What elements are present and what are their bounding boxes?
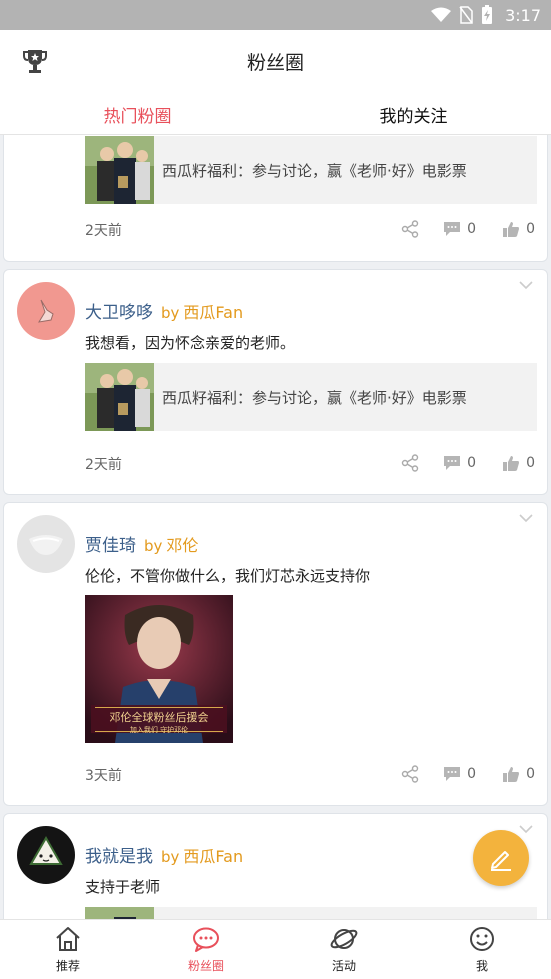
topic-thumbnail — [85, 363, 154, 431]
topic-title: 西瓜籽福利：参与讨论，赢《老师·好》电影票 — [162, 162, 467, 180]
nav-label: 粉丝圈 — [187, 959, 224, 973]
post-feed[interactable]: 西瓜籽福利：参与讨论，赢《老师·好》电影票 2天前 0 0 大卫哆哆 by 西瓜Fa… — [0, 135, 551, 919]
edit-icon — [491, 851, 511, 871]
like-count: 0 — [526, 766, 535, 782]
topic-thumbnail — [85, 907, 154, 919]
by-label: by — [144, 537, 163, 555]
tab-hot-fan-circles[interactable]: 热门粉圈 — [0, 102, 275, 127]
post-actions: 0 0 — [401, 220, 535, 238]
linked-topic[interactable]: 西瓜籽福利：参与讨论，赢《老师·好》电影票 — [85, 136, 537, 204]
post-time: 3天前 — [85, 768, 122, 784]
fan-circle-name[interactable]: 西瓜Fan — [183, 847, 243, 866]
avatar[interactable] — [17, 515, 75, 573]
post-text: 伦伦，不管你做什么，我们灯芯永远支持你 — [85, 567, 371, 585]
by-label: by — [161, 304, 180, 322]
nav-label: 活动 — [331, 959, 356, 973]
nav-fan-circle[interactable]: 粉丝圈 — [171, 926, 241, 974]
comment-count: 0 — [467, 766, 477, 782]
post-actions: 0 0 — [401, 454, 535, 472]
username[interactable]: 大卫哆哆 — [85, 303, 153, 323]
post-card[interactable]: 西瓜籽福利：参与讨论，赢《老师·好》电影票 2天前 0 0 — [3, 135, 548, 262]
post-time: 2天前 — [85, 457, 122, 473]
tab-my-following[interactable]: 我的关注 — [276, 102, 551, 127]
fan-circle-name[interactable]: 邓伦 — [166, 536, 198, 555]
avatar[interactable] — [17, 282, 75, 340]
linked-topic[interactable]: 西瓜籽福利：参与讨论，赢《老师·好》电影票 — [85, 363, 537, 431]
linked-topic[interactable] — [85, 907, 537, 919]
home-icon — [56, 927, 80, 951]
comment-icon[interactable] — [443, 221, 461, 237]
thumbs-up-icon[interactable] — [502, 221, 520, 238]
compose-post-button[interactable] — [473, 830, 529, 886]
topic-thumbnail — [85, 136, 154, 204]
nav-label: 我 — [475, 959, 488, 973]
no-sim-icon — [459, 6, 473, 24]
post-card[interactable]: 贾佳琦 by 邓伦 伦伦，不管你做什么，我们灯芯永远支持你 邓伦全球粉丝后援会 加入… — [3, 502, 548, 806]
app-bar: 粉丝圈 — [0, 30, 551, 93]
comment-count: 0 — [467, 455, 477, 471]
comment-count: 0 — [467, 221, 477, 237]
fan-circle-name[interactable]: 西瓜Fan — [183, 303, 243, 322]
wifi-icon — [431, 7, 452, 22]
chevron-down-icon[interactable] — [519, 280, 533, 290]
nav-label: 推荐 — [55, 959, 80, 973]
chevron-down-icon[interactable] — [519, 513, 533, 523]
nav-me[interactable]: 我 — [447, 926, 517, 974]
post-actions: 0 0 — [401, 765, 535, 783]
post-card[interactable]: 我就是我 by 西瓜Fan 支持于老师 — [3, 813, 548, 919]
post-author[interactable]: 大卫哆哆 by 西瓜Fan — [85, 298, 243, 323]
nav-activity[interactable]: 活动 — [309, 926, 379, 974]
image-subcaption: 加入我们 守护邓伦 — [129, 726, 189, 734]
share-icon[interactable] — [401, 454, 419, 472]
post-card[interactable]: 大卫哆哆 by 西瓜Fan 我想看，因为怀念亲爱的老师。 西瓜籽福利：参与讨论，赢《… — [3, 269, 548, 495]
topic-title: 西瓜籽福利：参与讨论，赢《老师·好》电影票 — [162, 389, 467, 407]
bottom-nav: 推荐 粉丝圈 活动 我 — [0, 919, 551, 979]
post-author[interactable]: 我就是我 by 西瓜Fan — [85, 842, 243, 867]
smiley-icon — [470, 927, 494, 951]
post-text: 支持于老师 — [85, 878, 161, 896]
comment-icon[interactable] — [443, 766, 461, 782]
tab-bar: 热门粉圈 我的关注 — [0, 93, 551, 135]
chevron-down-icon[interactable] — [519, 824, 533, 834]
page-title: 粉丝圈 — [246, 52, 304, 74]
thumbs-up-icon[interactable] — [502, 455, 520, 472]
thumbs-up-icon[interactable] — [502, 766, 520, 783]
status-bar: 3:17 — [0, 0, 551, 30]
battery-charging-icon — [482, 5, 493, 24]
comment-icon[interactable] — [443, 455, 461, 471]
like-count: 0 — [526, 455, 535, 471]
nav-recommend[interactable]: 推荐 — [33, 926, 103, 974]
clock: 3:17 — [505, 5, 541, 25]
share-icon[interactable] — [401, 220, 419, 238]
post-text: 我想看，因为怀念亲爱的老师。 — [85, 334, 296, 352]
username[interactable]: 贾佳琦 — [85, 536, 136, 556]
chat-bubble-icon — [193, 927, 219, 952]
image-caption: 邓伦全球粉丝后援会 — [109, 711, 209, 724]
by-label: by — [161, 848, 180, 866]
avatar[interactable] — [17, 826, 75, 884]
post-author[interactable]: 贾佳琦 by 邓伦 — [85, 531, 198, 556]
planet-icon — [330, 929, 358, 949]
username[interactable]: 我就是我 — [85, 847, 153, 867]
share-icon[interactable] — [401, 765, 419, 783]
post-time: 2天前 — [85, 223, 122, 239]
like-count: 0 — [526, 221, 535, 237]
post-image[interactable]: 邓伦全球粉丝后援会 加入我们 守护邓伦 — [85, 595, 233, 743]
